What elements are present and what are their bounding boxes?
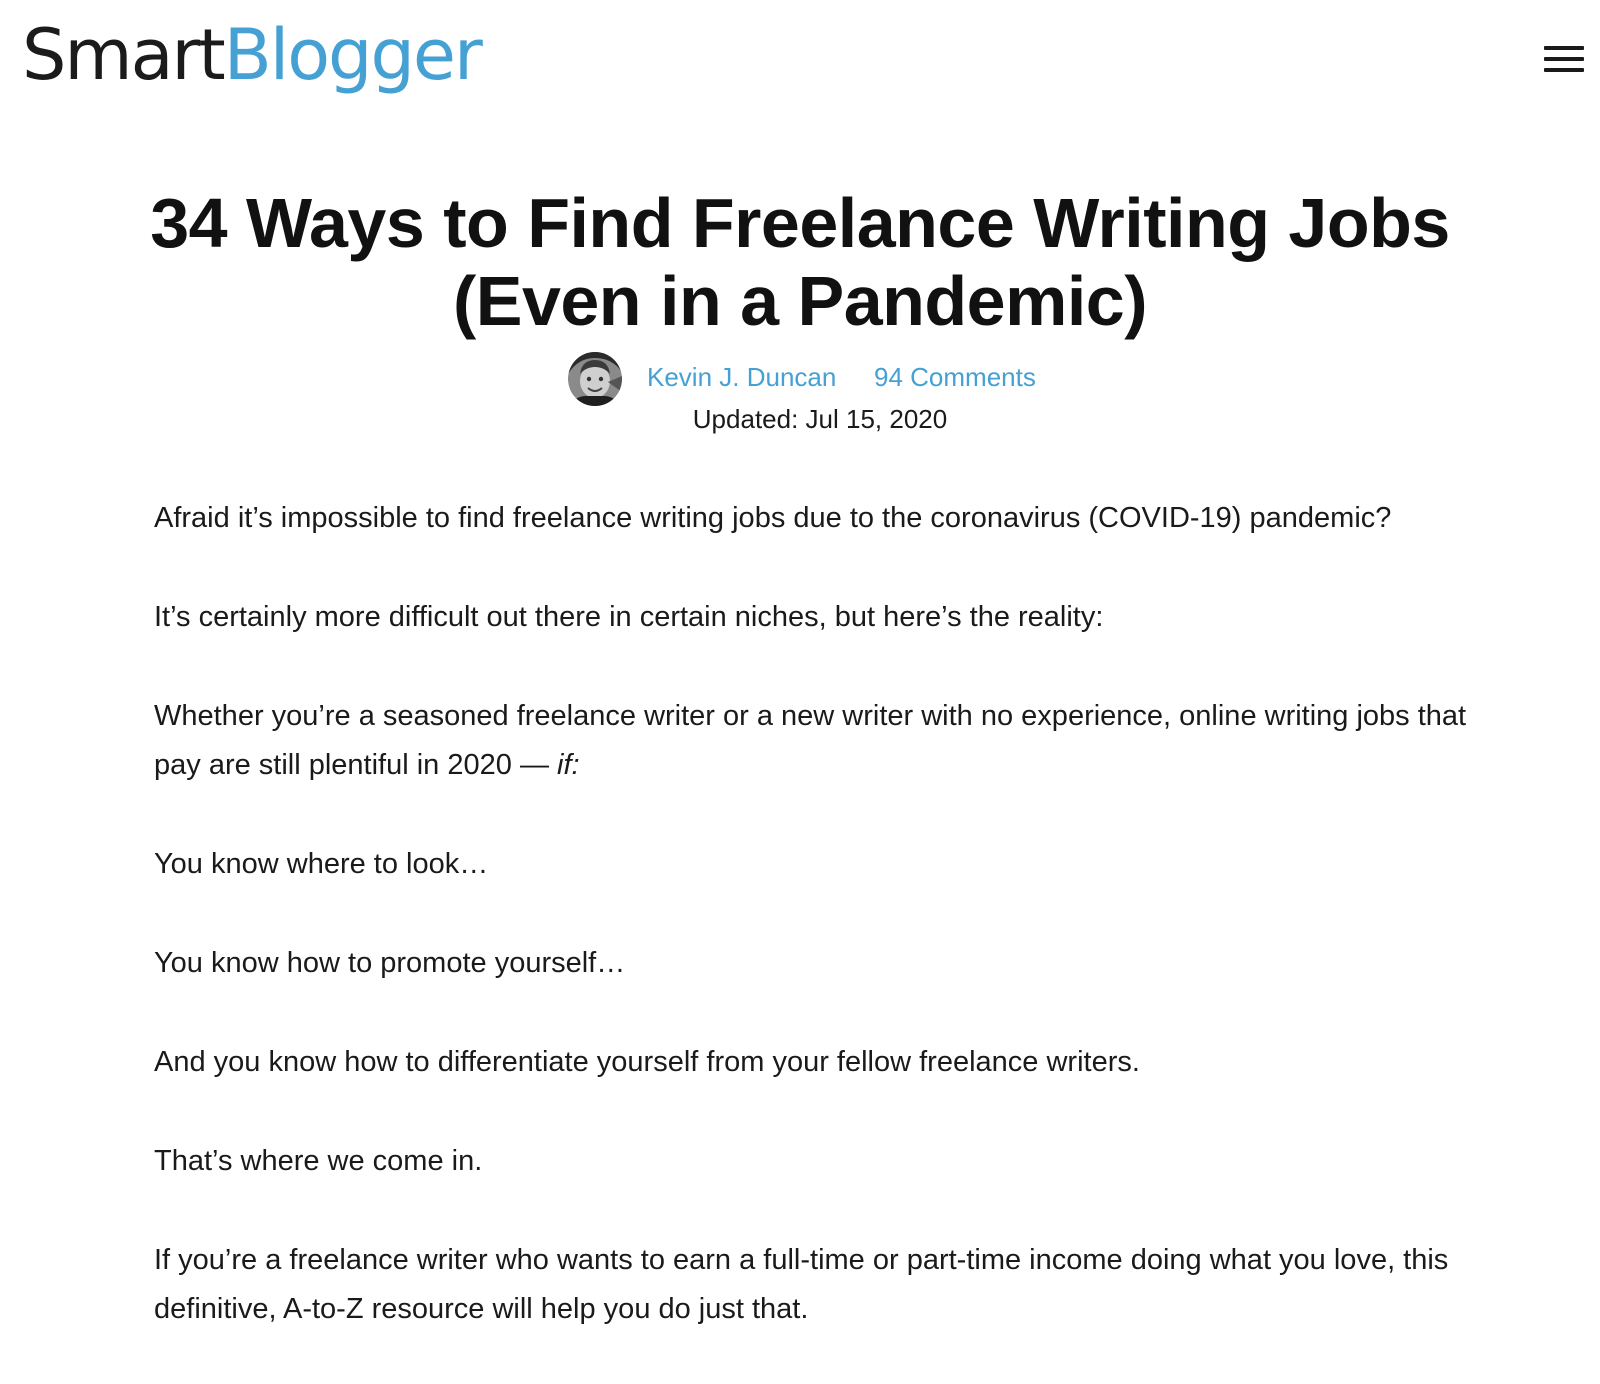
author-avatar[interactable] bbox=[568, 352, 622, 406]
paragraph-5: You know how to promote yourself… bbox=[154, 947, 626, 979]
logo-smart-text: Smart bbox=[22, 14, 226, 96]
article-body: Afraid it’s impossible to find freelance… bbox=[154, 494, 1484, 1384]
author-link[interactable]: Kevin J. Duncan bbox=[647, 362, 836, 393]
paragraph-6: And you know how to differentiate yourse… bbox=[154, 1046, 1140, 1078]
menu-bar-bottom bbox=[1544, 68, 1584, 72]
paragraph-1: Afraid it’s impossible to find freelance… bbox=[154, 502, 1392, 534]
comments-link[interactable]: 94 Comments bbox=[874, 362, 1036, 393]
article-title: 34 Ways to Find Freelance Writing Jobs (… bbox=[150, 184, 1450, 340]
logo-blogger-text: Blogger bbox=[223, 14, 483, 96]
hamburger-menu-icon[interactable] bbox=[1544, 44, 1584, 74]
author-avatar-image bbox=[568, 352, 622, 406]
paragraph-2: It’s certainly more difficult out there … bbox=[154, 601, 1104, 633]
paragraph-8: If you’re a freelance writer who wants t… bbox=[154, 1244, 1449, 1325]
paragraph-7: That’s where we come in. bbox=[154, 1145, 483, 1177]
updated-date: Updated: Jul 15, 2020 bbox=[692, 404, 948, 434]
menu-bar-middle bbox=[1544, 57, 1584, 61]
menu-bar-top bbox=[1544, 46, 1584, 50]
site-logo[interactable]: SmartBlogger bbox=[22, 10, 483, 100]
paragraph-3: Whether you’re a seasoned freelance writ… bbox=[154, 692, 1484, 790]
paragraph-3-emphasis: if: bbox=[557, 749, 580, 781]
site-header: SmartBlogger bbox=[0, 0, 1600, 110]
paragraph-3-text: Whether you’re a seasoned freelance writ… bbox=[154, 700, 1467, 781]
article-meta: Kevin J. Duncan 94 Comments Updated: Jul… bbox=[0, 352, 1600, 452]
paragraph-4: You know where to look… bbox=[154, 848, 489, 880]
